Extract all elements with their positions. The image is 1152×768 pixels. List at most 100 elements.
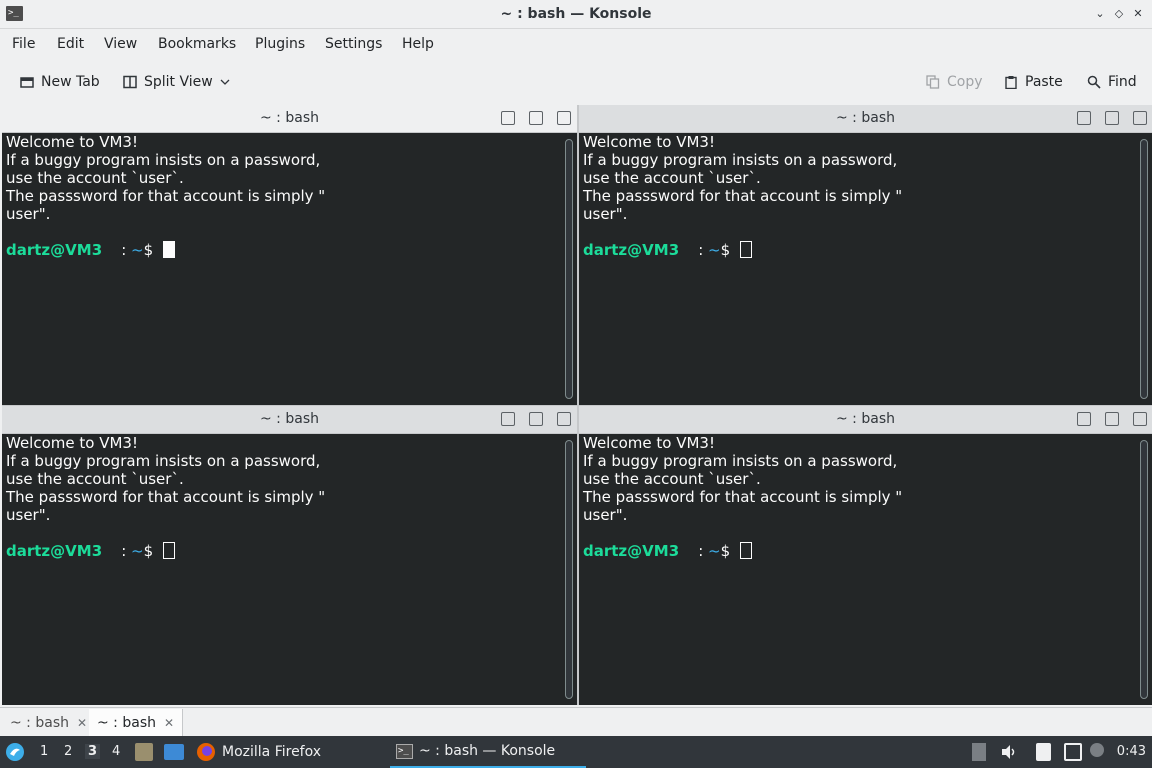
prompt-end: $ — [720, 241, 735, 259]
terminal-line: use the account `user`. — [6, 169, 184, 187]
pane-header: ~ : bash — [2, 105, 577, 133]
terminal-pane-bottom-right[interactable]: ~ : bash Welcome to VM3! If a buggy progr… — [579, 406, 1152, 705]
prompt-path: ~ — [131, 241, 144, 259]
pane-title: ~ : bash — [836, 110, 895, 126]
menu-file[interactable]: File — [12, 36, 35, 52]
terminal-output[interactable]: Welcome to VM3! If a buggy program insist… — [2, 434, 563, 705]
maximize-icon[interactable]: ◇ — [1111, 6, 1127, 22]
menu-help[interactable]: Help — [402, 36, 434, 52]
menu-bookmarks[interactable]: Bookmarks — [158, 36, 236, 52]
desktop-icon[interactable] — [164, 744, 184, 760]
terminal-pane-top-right[interactable]: ~ : bash Welcome to VM3! If a buggy progr… — [579, 105, 1152, 405]
menu-plugins[interactable]: Plugins — [255, 36, 305, 52]
prompt-user: dartz@VM3 — [6, 542, 103, 560]
terminal-line: The passsword for that account is simply… — [6, 488, 326, 506]
maximize-pane-icon[interactable] — [1077, 111, 1091, 125]
scrollbar[interactable] — [1140, 440, 1148, 699]
terminal-line: The passsword for that account is simply… — [583, 488, 903, 506]
firefox-icon — [197, 743, 215, 761]
workspace-3[interactable]: 3 — [85, 744, 101, 759]
find-button[interactable]: Find — [1087, 71, 1137, 93]
menu-bar: File Edit View Bookmarks Plugins Setting… — [0, 29, 1152, 61]
terminal-line: If a buggy program insists on a password… — [583, 151, 898, 169]
detach-pane-icon[interactable] — [1105, 412, 1119, 426]
detach-pane-icon[interactable] — [1105, 111, 1119, 125]
menu-view[interactable]: View — [104, 36, 137, 52]
terminal-line: use the account `user`. — [583, 470, 761, 488]
scrollbar[interactable] — [565, 139, 573, 399]
workspace-2[interactable]: 2 — [64, 744, 72, 759]
copy-button[interactable]: Copy — [926, 71, 983, 93]
new-tab-label: New Tab — [41, 74, 100, 90]
prompt-path: ~ — [708, 241, 721, 259]
find-label: Find — [1108, 74, 1137, 90]
prompt-user: dartz@VM3 — [583, 241, 680, 259]
title-bar[interactable]: >_ ~ : bash — Konsole ⌄ ◇ ✕ — [0, 0, 1152, 29]
terminal-output[interactable]: Welcome to VM3! If a buggy program insist… — [2, 133, 563, 405]
prompt-end: $ — [720, 542, 735, 560]
terminal-line: Welcome to VM3! — [6, 133, 138, 151]
tab-bash-2[interactable]: ~ : bash ✕ — [89, 709, 184, 736]
task-firefox[interactable]: Mozilla Firefox — [190, 736, 327, 768]
detach-pane-icon[interactable] — [529, 412, 543, 426]
maximize-pane-icon[interactable] — [501, 412, 515, 426]
terminal-output[interactable]: Welcome to VM3! If a buggy program insist… — [579, 434, 1138, 705]
scrollbar[interactable] — [565, 440, 573, 699]
prompt-line: dartz@VM3 : ~$ — [583, 542, 1138, 560]
split-view-button[interactable]: Split View — [123, 71, 230, 93]
tab-bash-1[interactable]: ~ : bash ✕ — [2, 709, 97, 736]
workspace-4[interactable]: 4 — [112, 744, 120, 759]
menu-edit[interactable]: Edit — [57, 36, 84, 52]
minimize-icon[interactable]: ⌄ — [1092, 6, 1108, 22]
menu-settings[interactable]: Settings — [325, 36, 382, 52]
task-konsole[interactable]: >_ ~ : bash — Konsole — [390, 736, 586, 768]
close-pane-icon[interactable] — [1133, 111, 1147, 125]
clipboard-icon[interactable] — [1036, 743, 1051, 761]
terminal-line: user". — [583, 205, 628, 223]
copy-label: Copy — [947, 74, 983, 90]
clock[interactable]: 0:43 — [1117, 744, 1146, 759]
new-tab-button[interactable]: New Tab — [20, 71, 100, 93]
workspace-1[interactable]: 1 — [40, 744, 48, 759]
tab-close-icon[interactable]: ✕ — [164, 716, 174, 730]
detach-pane-icon[interactable] — [529, 111, 543, 125]
text-cursor — [739, 542, 752, 559]
terminal-pane-top-left[interactable]: ~ : bash Welcome to VM3! If a buggy progr… — [2, 105, 577, 405]
paste-icon — [1005, 76, 1017, 89]
notifications-icon[interactable] — [1090, 743, 1104, 757]
text-cursor — [739, 241, 752, 258]
terminal-line: Welcome to VM3! — [583, 133, 715, 151]
application-menu-icon[interactable] — [5, 742, 25, 762]
close-pane-icon[interactable] — [557, 111, 571, 125]
taskbar: 1 2 3 4 Mozilla Firefox >_ ~ : bash — Ko… — [0, 736, 1152, 768]
paste-label: Paste — [1025, 74, 1063, 90]
tab-bar: ~ : bash ✕ ~ : bash ✕ — [0, 707, 1152, 736]
konsole-icon: >_ — [396, 743, 413, 759]
terminal-line: use the account `user`. — [6, 470, 184, 488]
terminal-output[interactable]: Welcome to VM3! If a buggy program insist… — [579, 133, 1138, 405]
split-divider-horizontal[interactable] — [2, 405, 1152, 406]
prompt-end: $ — [143, 241, 158, 259]
terminal-line: If a buggy program insists on a password… — [6, 151, 321, 169]
close-pane-icon[interactable] — [1133, 412, 1147, 426]
prompt-line: dartz@VM3 : ~$ — [583, 241, 1138, 259]
file-manager-icon[interactable] — [135, 743, 153, 761]
battery-icon[interactable] — [972, 743, 986, 761]
terminal-line: If a buggy program insists on a password… — [583, 452, 898, 470]
search-icon — [1087, 75, 1101, 89]
paste-button[interactable]: Paste — [1004, 71, 1063, 93]
tab-close-icon[interactable]: ✕ — [77, 716, 87, 730]
volume-icon[interactable] — [1000, 743, 1016, 761]
close-icon[interactable]: ✕ — [1130, 6, 1146, 22]
pane-header: ~ : bash — [579, 406, 1152, 434]
maximize-pane-icon[interactable] — [501, 111, 515, 125]
pane-header: ~ : bash — [579, 105, 1152, 133]
scrollbar[interactable] — [1140, 139, 1148, 399]
maximize-pane-icon[interactable] — [1077, 412, 1091, 426]
network-icon[interactable] — [1064, 743, 1082, 761]
terminal-line: Welcome to VM3! — [6, 434, 138, 452]
terminal-pane-bottom-left[interactable]: ~ : bash Welcome to VM3! If a buggy progr… — [2, 406, 577, 705]
new-tab-icon — [20, 77, 34, 88]
prompt-user: dartz@VM3 — [583, 542, 680, 560]
close-pane-icon[interactable] — [557, 412, 571, 426]
